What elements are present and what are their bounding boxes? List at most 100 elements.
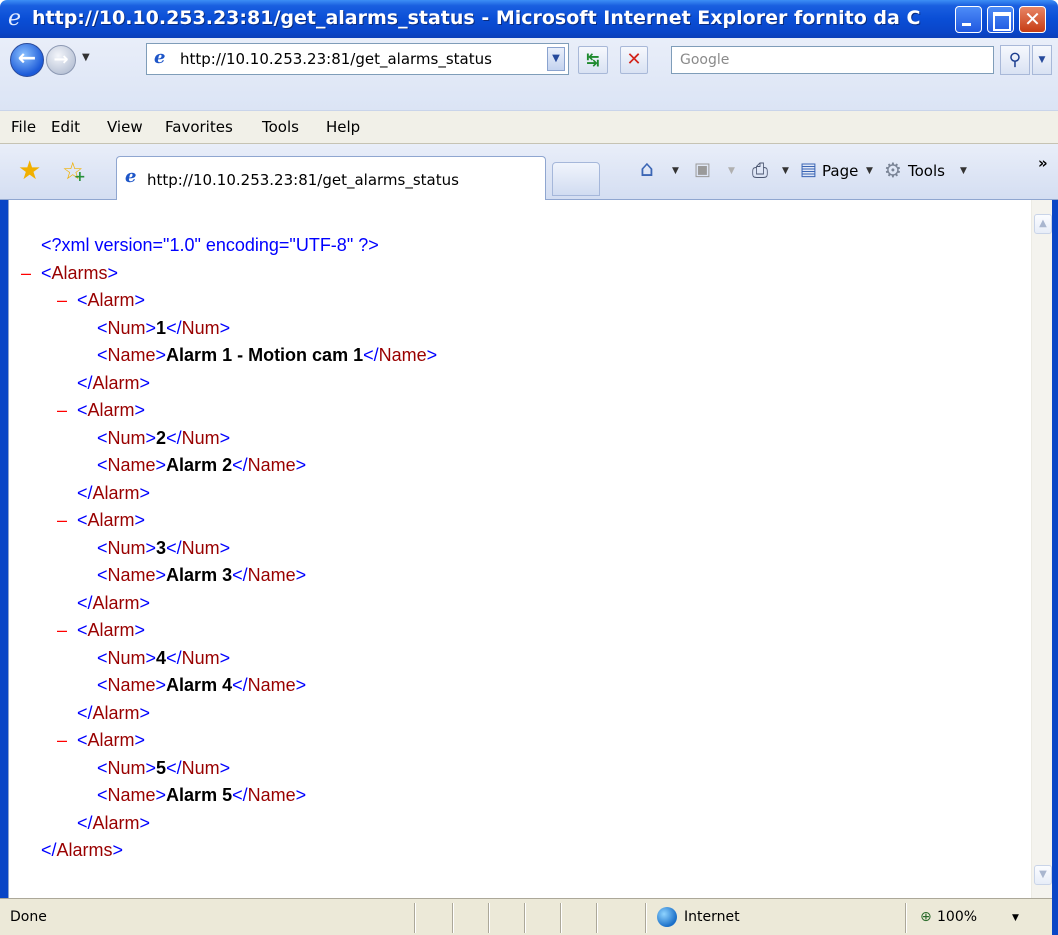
tag-name: Name	[107, 455, 156, 475]
tools-menu-button[interactable]: Tools	[908, 162, 945, 180]
xml-alarm-close: </Alarm>	[77, 480, 150, 506]
xml-num-element: <Num>2</Num>	[97, 425, 230, 451]
tag-bracket: <	[97, 345, 108, 365]
tag-bracket: >	[155, 345, 167, 365]
search-options-dropdown[interactable]: ▼	[1032, 45, 1052, 75]
collapse-toggle[interactable]: –	[57, 397, 67, 423]
tag-bracket: >	[139, 482, 151, 503]
vertical-scrollbar[interactable]: ▲ ▼	[1031, 200, 1052, 898]
tag-bracket: >	[155, 455, 167, 475]
xml-name-element: <Name>Alarm 1 - Motion cam 1</Name>	[97, 342, 437, 368]
menu-help[interactable]: Help	[326, 118, 360, 136]
xml-alarm-close: </Alarm>	[77, 370, 150, 396]
xml-name-element: <Name>Alarm 2</Name>	[97, 452, 306, 478]
tag-bracket: </	[166, 317, 182, 338]
zoom-level[interactable]: 100%	[937, 909, 977, 925]
search-input[interactable]: Google	[671, 46, 994, 74]
status-divider	[452, 903, 453, 933]
zoom-dropdown-icon[interactable]: ▼	[1012, 913, 1019, 923]
history-dropdown-icon[interactable]: ▼	[82, 51, 94, 65]
close-icon: ✕	[1024, 7, 1041, 31]
favorites-center-icon[interactable]: ★	[18, 158, 44, 184]
tag-bracket: >	[107, 262, 119, 283]
tag-bracket: >	[295, 785, 307, 805]
menu-edit[interactable]: Edit	[51, 118, 80, 136]
toolbar-overflow-button[interactable]: »	[1038, 154, 1048, 172]
tag-name: Alarm	[87, 400, 135, 420]
alarm-name-value: Alarm 1 - Motion cam 1	[166, 345, 364, 365]
tab-current-page[interactable]: e http://10.10.253.23:81/get_alarms_stat…	[116, 156, 546, 200]
stop-button[interactable]: ✕	[620, 46, 648, 74]
back-button[interactable]: ←	[10, 43, 44, 77]
close-button[interactable]: ✕	[1019, 6, 1046, 33]
window-frame-left	[0, 200, 8, 898]
xml-alarm-open: – <Alarm>	[57, 507, 145, 533]
tag-bracket: <	[77, 730, 88, 750]
collapse-toggle[interactable]: –	[57, 727, 67, 753]
xml-name-element: <Name>Alarm 5</Name>	[97, 782, 306, 808]
ie-logo-icon: e	[8, 6, 22, 31]
scroll-up-button[interactable]: ▲	[1034, 214, 1052, 234]
menu-favorites[interactable]: Favorites	[165, 118, 233, 136]
print-dropdown-icon[interactable]: ▼	[782, 166, 789, 176]
tag-bracket: <	[77, 620, 88, 640]
page-menu-button[interactable]: Page	[822, 162, 858, 180]
minimize-button[interactable]	[955, 6, 982, 33]
tag-name: Alarm	[92, 702, 140, 723]
home-icon[interactable]: ⌂	[640, 158, 654, 182]
search-button[interactable]: ⚲	[1000, 45, 1030, 75]
tag-bracket: >	[219, 427, 231, 448]
print-icon[interactable]: ⎙	[752, 158, 768, 182]
tag-name: Num	[181, 317, 220, 338]
collapse-toggle[interactable]: –	[57, 287, 67, 313]
tag-bracket: <	[77, 400, 88, 420]
collapse-toggle[interactable]: –	[57, 507, 67, 533]
tools-dropdown-icon[interactable]: ▼	[960, 166, 967, 176]
status-text: Done	[10, 909, 47, 925]
collapse-toggle[interactable]: –	[57, 617, 67, 643]
tag-name: Alarm	[92, 592, 140, 613]
address-bar[interactable]: e http://10.10.253.23:81/get_alarms_stat…	[146, 43, 569, 75]
security-zone[interactable]: Internet	[684, 909, 740, 925]
menu-view[interactable]: View	[107, 118, 143, 136]
new-tab-button[interactable]	[552, 162, 600, 196]
tag-bracket: </	[166, 427, 182, 448]
tag-bracket: >	[155, 675, 167, 695]
tag-bracket: </	[77, 592, 93, 613]
xml-document-view: <?xml version="1.0" encoding="UTF-8" ?> –…	[8, 200, 1031, 898]
tag-bracket: <	[97, 455, 108, 475]
tag-bracket: <	[97, 757, 108, 778]
maximize-button[interactable]	[987, 6, 1014, 33]
page-dropdown-icon[interactable]: ▼	[866, 166, 873, 176]
refresh-button[interactable]: ↹	[578, 46, 608, 74]
address-input[interactable]: http://10.10.253.23:81/get_alarms_status	[180, 50, 492, 68]
add-favorite-icon[interactable]: ☆ +	[62, 158, 88, 185]
xml-num-element: <Num>4</Num>	[97, 645, 230, 671]
chevron-up-icon: ▲	[1039, 218, 1047, 229]
address-dropdown-icon[interactable]: ▼	[547, 47, 565, 71]
internet-zone-icon	[657, 907, 677, 927]
tag-bracket: <	[77, 510, 88, 530]
tag-bracket: <	[97, 565, 108, 585]
home-dropdown-icon[interactable]: ▼	[672, 166, 679, 176]
tag-bracket: <	[97, 647, 108, 668]
status-bar: Done Internet ⊕ 100% ▼	[0, 898, 1052, 935]
menu-tools[interactable]: Tools	[262, 118, 299, 136]
title-bar[interactable]: e http://10.10.253.23:81/get_alarms_stat…	[0, 0, 1058, 38]
menu-file[interactable]: File	[11, 118, 36, 136]
forward-button[interactable]: →	[46, 45, 76, 75]
xml-alarm-open: – <Alarm>	[57, 397, 145, 423]
tag-name: Num	[181, 427, 220, 448]
tag-bracket: </	[232, 565, 248, 585]
feeds-icon[interactable]: ▣	[694, 158, 711, 182]
tag-bracket: >	[145, 757, 157, 778]
tag-name: Num	[107, 647, 146, 668]
tag-bracket: >	[145, 317, 157, 338]
scroll-down-button[interactable]: ▼	[1034, 865, 1052, 885]
tag-bracket: >	[139, 372, 151, 393]
tag-bracket: >	[426, 345, 438, 365]
tag-name: Name	[247, 675, 296, 695]
status-divider	[524, 903, 525, 933]
tag-bracket: <	[97, 675, 108, 695]
collapse-toggle[interactable]: –	[21, 260, 31, 286]
